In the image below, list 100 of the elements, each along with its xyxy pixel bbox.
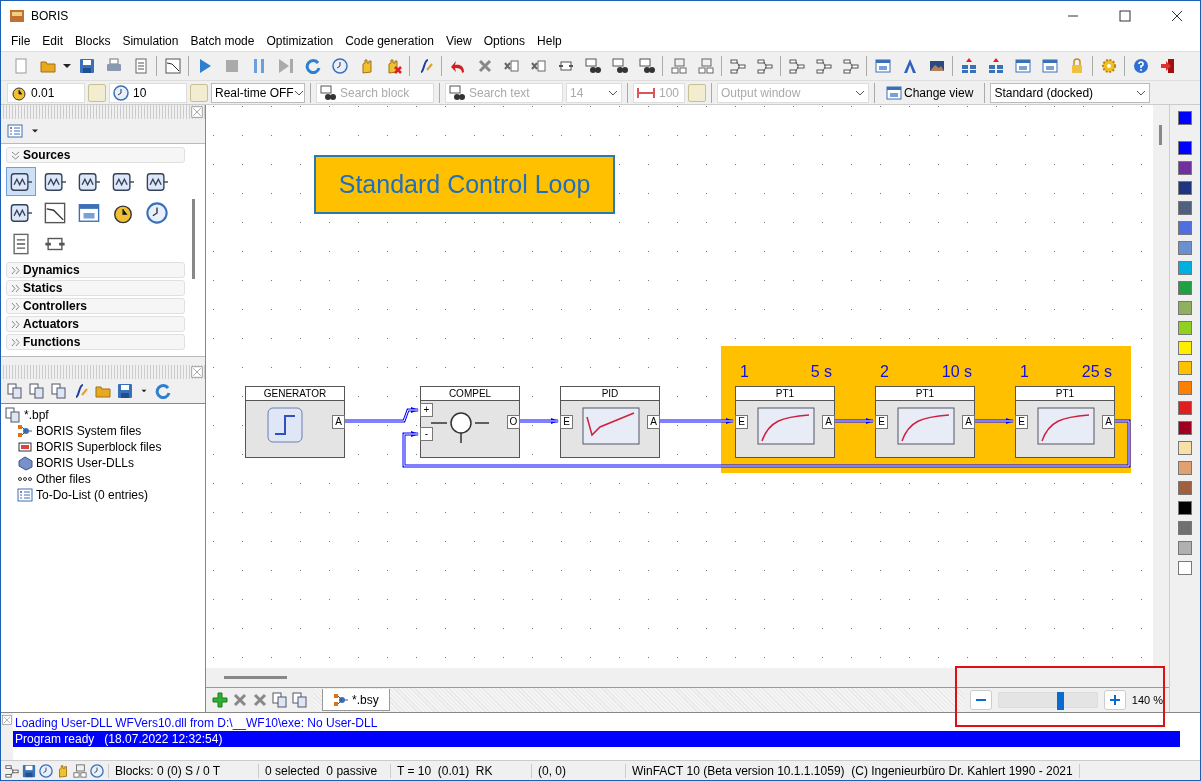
tree-item[interactable]: BORIS Superblock files <box>36 440 162 454</box>
color-swatch[interactable] <box>1178 301 1192 315</box>
clock-icon[interactable] <box>39 763 53 778</box>
open-folder-icon[interactable] <box>95 383 111 399</box>
color-swatch[interactable] <box>1178 281 1192 295</box>
tree-item[interactable]: *.bpf <box>24 408 49 422</box>
function-block[interactable]: PID E A <box>560 386 660 458</box>
category-header[interactable]: Actuators <box>6 316 185 332</box>
input-port[interactable]: E <box>1015 415 1028 429</box>
color-swatch[interactable] <box>1178 501 1192 515</box>
output-port[interactable]: A <box>822 415 835 429</box>
change-view-button[interactable]: Change view <box>880 82 980 103</box>
color-swatch[interactable] <box>1178 381 1192 395</box>
category-header[interactable]: Dynamics <box>6 262 185 278</box>
help-icon[interactable] <box>1132 58 1149 74</box>
search-block-icon[interactable] <box>584 58 601 74</box>
swap-icon[interactable] <box>557 58 574 74</box>
noise-signal-icon[interactable] <box>10 170 32 193</box>
input-port[interactable]: E <box>735 415 748 429</box>
input-port[interactable]: E <box>560 415 573 429</box>
color-swatch[interactable] <box>1178 141 1192 155</box>
color-swatch[interactable] <box>1178 361 1192 375</box>
tree-item[interactable]: To-Do-List (0 entries) <box>36 488 149 502</box>
save-icon[interactable] <box>78 58 95 74</box>
end-time-input[interactable]: 10 <box>133 85 183 100</box>
color-swatch[interactable] <box>1178 241 1192 255</box>
menu-item[interactable]: Simulation <box>116 33 185 48</box>
connect-down-icon[interactable] <box>756 58 773 74</box>
insert-up-icon[interactable] <box>960 58 977 74</box>
delete-all-icon[interactable] <box>252 692 268 708</box>
hand-icon[interactable] <box>56 763 70 778</box>
input-port[interactable]: + <box>420 403 433 417</box>
add-files-icon[interactable] <box>29 383 45 399</box>
zoom-out-button[interactable] <box>970 690 992 710</box>
function-block[interactable]: PT1 E A <box>875 386 975 458</box>
print-icon[interactable] <box>105 58 122 74</box>
exit-icon[interactable] <box>1159 58 1176 74</box>
color-swatch[interactable] <box>1178 321 1192 335</box>
color-swatch[interactable] <box>1178 401 1192 415</box>
search-blocks-icon[interactable] <box>611 58 628 74</box>
gear-icon[interactable] <box>1100 58 1117 74</box>
view-list-icon[interactable] <box>7 123 23 139</box>
step-size-input[interactable]: 0.01 <box>31 85 81 100</box>
color-swatch[interactable] <box>1178 561 1192 575</box>
input-port[interactable]: - <box>420 427 433 441</box>
menu-item[interactable]: Edit <box>36 33 70 48</box>
color-swatch[interactable] <box>1178 481 1192 495</box>
color-swatch[interactable] <box>1178 201 1192 215</box>
diagram-icon[interactable] <box>1041 58 1058 74</box>
maximize-icon[interactable] <box>1117 7 1133 24</box>
stack-icon[interactable] <box>51 383 67 399</box>
insert-down-icon[interactable] <box>987 58 1004 74</box>
menu-item[interactable]: File <box>5 33 37 48</box>
category-header[interactable]: Statics <box>6 280 185 296</box>
save-icon[interactable] <box>22 763 36 778</box>
disconnect-left-icon[interactable] <box>503 58 520 74</box>
disconnect-right-icon[interactable] <box>530 58 547 74</box>
search-block-input[interactable]: Search block <box>340 85 430 100</box>
zoom-slider[interactable] <box>997 692 1098 708</box>
clock-icon[interactable] <box>331 58 348 74</box>
duplicate-icon[interactable] <box>292 692 308 708</box>
refresh-icon[interactable] <box>304 58 321 74</box>
branch-edit-icon[interactable] <box>815 58 832 74</box>
color-swatch[interactable] <box>1178 461 1192 475</box>
output-port[interactable]: A <box>962 415 975 429</box>
color-swatch[interactable] <box>1178 221 1192 235</box>
delete-icon[interactable] <box>232 692 248 708</box>
color-swatch[interactable] <box>1178 341 1192 355</box>
spellcheck-icon[interactable] <box>638 58 655 74</box>
connect-icon[interactable] <box>729 58 746 74</box>
font-icon[interactable] <box>901 58 918 74</box>
function-block[interactable]: PT1 E A <box>1015 386 1115 458</box>
function-block[interactable]: PT1 E A <box>735 386 835 458</box>
category-header[interactable]: Controllers <box>6 298 185 314</box>
save-icon[interactable] <box>117 383 133 399</box>
color-swatch[interactable] <box>1178 161 1192 175</box>
document-icon[interactable] <box>132 58 149 74</box>
search-block-field[interactable]: Search block <box>316 82 434 103</box>
refresh-icon[interactable] <box>155 383 171 399</box>
paste-blocks-icon[interactable] <box>697 58 714 74</box>
search-text-input[interactable]: Search text <box>469 85 559 100</box>
window-icon[interactable] <box>1014 58 1031 74</box>
color-swatch[interactable] <box>1178 421 1192 435</box>
copy-icon[interactable] <box>272 692 288 708</box>
files-icon[interactable] <box>7 383 23 399</box>
tree-item[interactable]: BORIS User-DLLs <box>36 456 135 470</box>
menu-item[interactable]: View <box>439 33 478 48</box>
add-icon[interactable] <box>212 692 228 708</box>
output-port[interactable]: A <box>647 415 660 429</box>
output-port[interactable]: A <box>332 415 345 429</box>
search-text-field[interactable]: Search text <box>445 82 563 103</box>
realtime-dropdown[interactable]: Real-time OFF <box>211 82 305 103</box>
menu-item[interactable]: Batch mode <box>184 33 261 48</box>
branch-icon[interactable] <box>788 58 805 74</box>
menu-item[interactable]: Options <box>477 33 532 48</box>
hand-cross-icon[interactable] <box>385 58 402 74</box>
branch-delete-icon[interactable] <box>842 58 859 74</box>
menu-item[interactable]: Optimization <box>260 33 340 48</box>
function-block[interactable]: GENERATOR A <box>245 386 345 458</box>
delete-icon[interactable] <box>476 58 493 74</box>
